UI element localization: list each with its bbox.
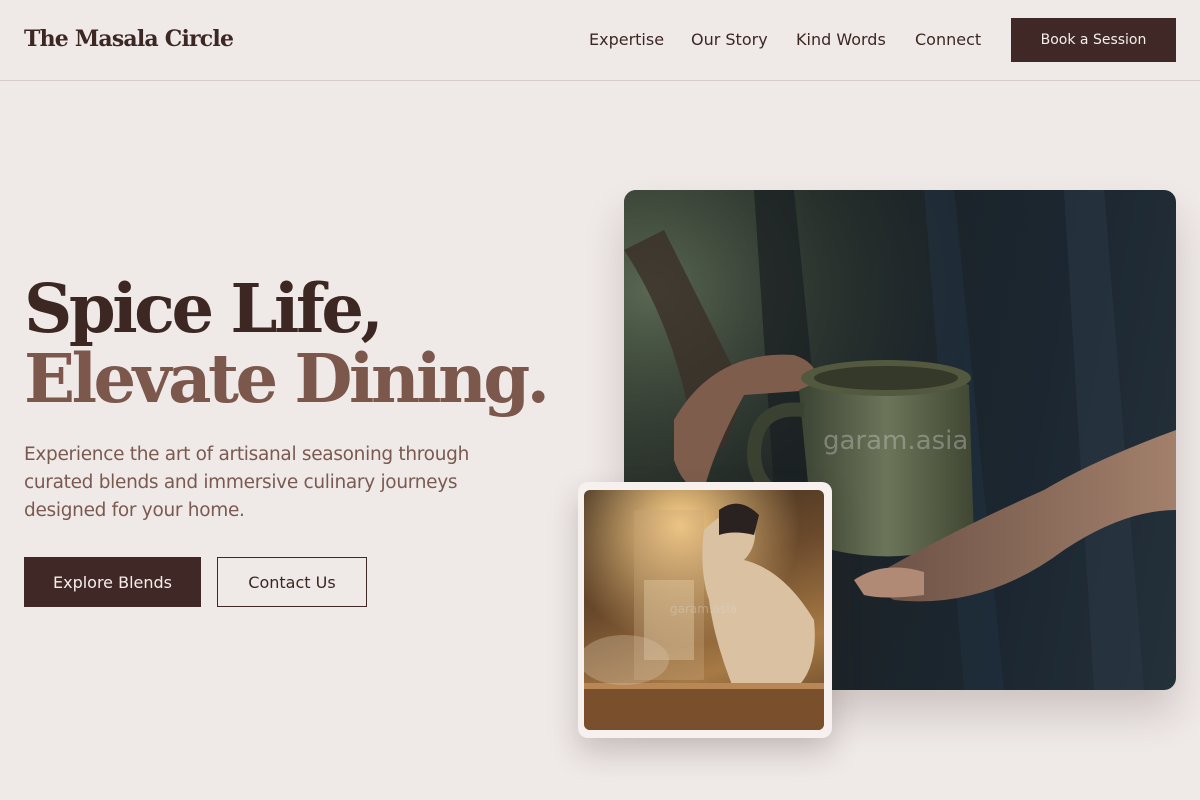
contact-us-button[interactable]: Contact Us <box>217 557 367 607</box>
nav-kind-words[interactable]: Kind Words <box>796 30 886 49</box>
hero-headline: Spice Life, Elevate Dining. <box>24 269 550 418</box>
hero-description: Experience the art of artisanal seasonin… <box>24 444 469 521</box>
inset-image-watermark: garam.asia <box>670 602 738 616</box>
headline-line-2: Elevate Dining. <box>24 339 550 418</box>
brand-logo[interactable]: The Masala Circle <box>24 26 234 52</box>
hero-inset-image: garam.asia <box>584 490 824 730</box>
explore-blends-button[interactable]: Explore Blends <box>24 557 201 607</box>
main-image-watermark: garam.asia <box>823 426 969 456</box>
nav-connect[interactable]: Connect <box>915 30 981 49</box>
site-header: The Masala Circle Expertise Our Story Ki… <box>0 0 1200 81</box>
nav-our-story[interactable]: Our Story <box>691 30 768 49</box>
book-session-button[interactable]: Book a Session <box>1011 18 1176 62</box>
nav-expertise[interactable]: Expertise <box>589 30 664 49</box>
hero-inset-image-frame: garam.asia <box>578 482 832 738</box>
headline-line-1: Spice Life, <box>24 269 384 348</box>
